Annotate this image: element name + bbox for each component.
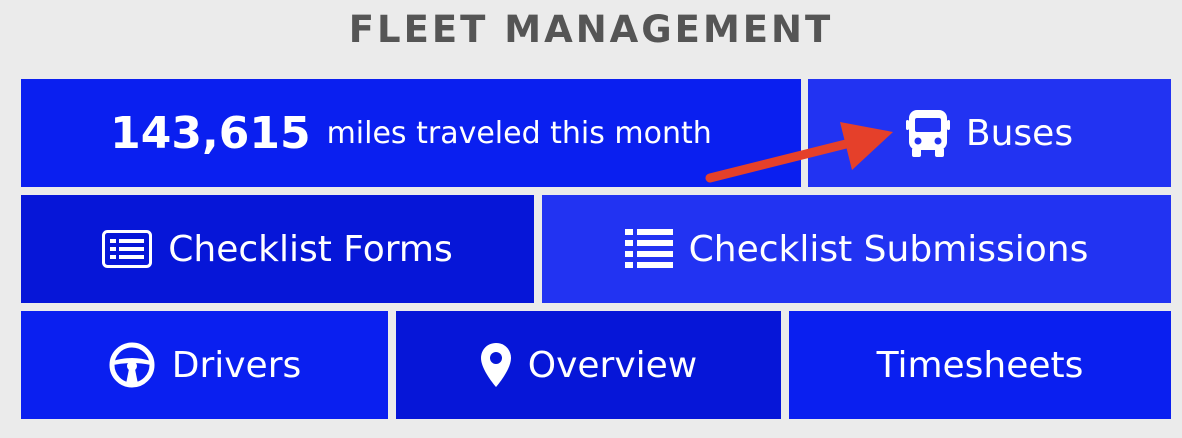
- list-icon: [624, 229, 673, 269]
- checklist-forms-label: Checklist Forms: [168, 228, 453, 270]
- overview-button[interactable]: Overview: [396, 311, 781, 419]
- timesheets-button[interactable]: Timesheets: [789, 311, 1171, 419]
- bus-icon: [905, 108, 950, 158]
- form-icon: [102, 230, 153, 268]
- steering-wheel-icon: [108, 341, 156, 389]
- drivers-label: Drivers: [171, 344, 302, 386]
- drivers-button[interactable]: Drivers: [21, 311, 388, 419]
- checklist-submissions-button[interactable]: Checklist Submissions: [542, 195, 1171, 303]
- overview-label: Overview: [527, 344, 698, 386]
- miles-stat-label: miles traveled this month: [326, 115, 712, 151]
- miles-stat-tile: 143,615 miles traveled this month: [21, 79, 801, 187]
- page-title: FLEET MANAGEMENT: [348, 8, 834, 51]
- buses-button[interactable]: Buses: [808, 79, 1171, 187]
- map-pin-icon: [480, 342, 512, 388]
- miles-stat-value: 143,615: [110, 107, 311, 159]
- timesheets-label: Timesheets: [876, 344, 1084, 386]
- checklist-submissions-label: Checklist Submissions: [688, 228, 1089, 270]
- buses-label: Buses: [965, 112, 1074, 154]
- checklist-forms-button[interactable]: Checklist Forms: [21, 195, 534, 303]
